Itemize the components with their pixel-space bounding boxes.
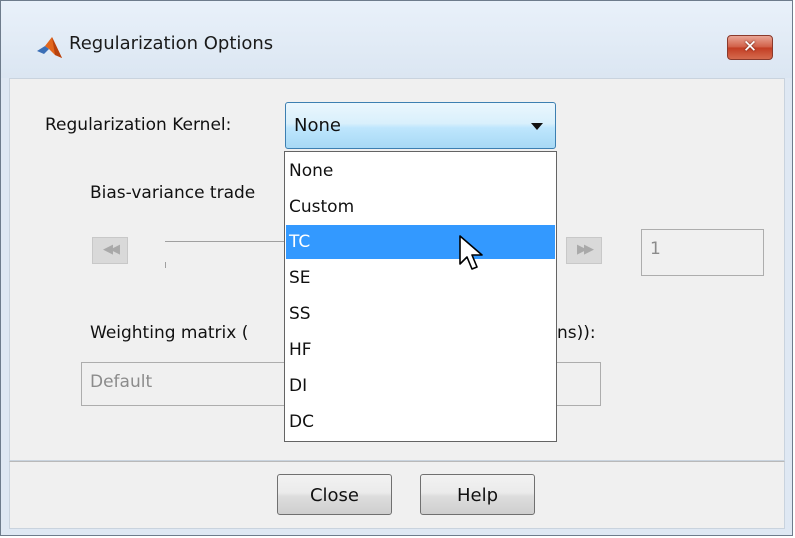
- kernel-select[interactable]: None: [285, 102, 556, 149]
- button-bar: [9, 461, 785, 529]
- step-left-button[interactable]: ◀◀: [92, 237, 128, 264]
- bias-value-field[interactable]: 1: [641, 229, 764, 276]
- title-bar[interactable]: Regularization Options ✕: [1, 1, 792, 78]
- close-icon: ✕: [742, 37, 758, 57]
- rewind-icon: ◀◀: [103, 242, 120, 257]
- close-button[interactable]: Close: [277, 474, 392, 515]
- step-right-button[interactable]: ▶▶: [566, 237, 602, 264]
- option-tc[interactable]: TC: [286, 225, 555, 259]
- help-button-label: Help: [456, 485, 499, 506]
- option-label: DI: [289, 376, 308, 396]
- mouse-pointer-icon: [459, 235, 483, 270]
- option-none[interactable]: None: [286, 154, 555, 188]
- option-di[interactable]: DI: [286, 369, 555, 403]
- weighting-label: Weighting matrix (: [90, 323, 249, 343]
- bias-slider[interactable]: [165, 241, 285, 242]
- weighting-label-tail: ns)):: [557, 323, 596, 343]
- kernel-dropdown-list: None Custom TC SE SS HF DI DC: [284, 151, 557, 442]
- kernel-select-value: None: [294, 115, 341, 136]
- option-dc[interactable]: DC: [286, 405, 555, 439]
- window-title: Regularization Options: [69, 33, 274, 54]
- bias-value-text: 1: [650, 239, 661, 259]
- fast-forward-icon: ▶▶: [577, 242, 594, 257]
- option-ss[interactable]: SS: [286, 297, 555, 331]
- option-label: SE: [289, 268, 311, 288]
- kernel-label: Regularization Kernel:: [45, 115, 232, 135]
- option-se[interactable]: SE: [286, 261, 555, 295]
- weighting-matrix-value: Default: [90, 372, 153, 392]
- matlab-logo-icon: [37, 37, 62, 58]
- option-custom[interactable]: Custom: [286, 190, 555, 224]
- bias-variance-label: Bias-variance trade: [90, 183, 256, 203]
- option-label: HF: [289, 340, 312, 360]
- option-hf[interactable]: HF: [286, 333, 555, 367]
- option-label: TC: [289, 232, 311, 252]
- option-label: DC: [289, 412, 314, 432]
- chevron-down-icon: [531, 123, 543, 130]
- close-button-label: Close: [309, 485, 360, 506]
- close-window-button[interactable]: ✕: [727, 35, 773, 60]
- help-button[interactable]: Help: [420, 474, 535, 515]
- option-label: SS: [289, 304, 311, 324]
- slider-tick: [165, 262, 166, 268]
- option-label: None: [289, 161, 334, 181]
- option-label: Custom: [289, 197, 355, 217]
